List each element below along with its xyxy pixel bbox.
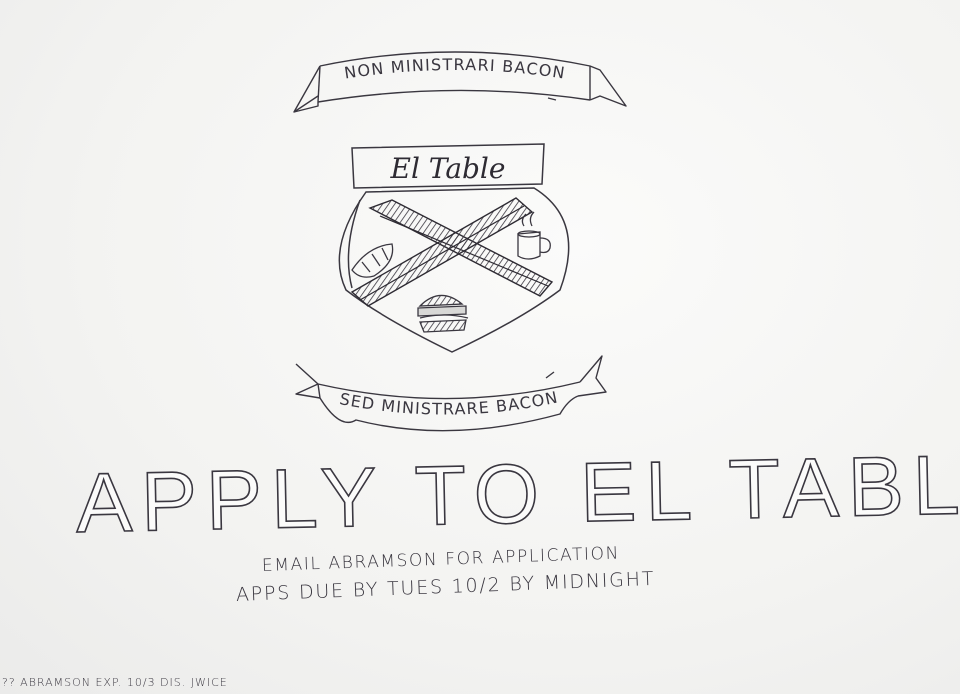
- flyer: NON MINISTRARI BACON El Table SED MINIST…: [0, 0, 960, 694]
- top-ribbon-motto: NON MINISTRARI BACON: [343, 55, 567, 83]
- sandwich-icon: [417, 294, 469, 333]
- crest-title: El Table: [390, 152, 506, 185]
- approval-stamp-note: ?? ABRAMSON EXP. 10/3 DIS. JWICE: [2, 676, 228, 689]
- bacon-strips-icon: [350, 197, 554, 307]
- headline: APPLY TO EL TABLE: [74, 435, 960, 551]
- coffee-mug-icon: [517, 211, 551, 260]
